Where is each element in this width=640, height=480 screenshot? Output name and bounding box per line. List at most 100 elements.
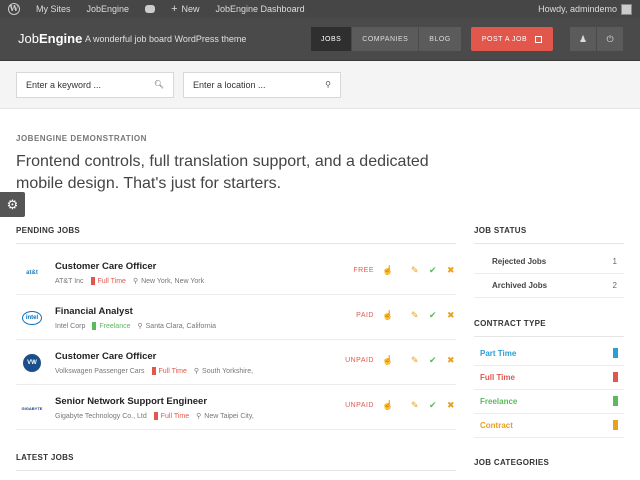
hand-icon[interactable]: ☝ bbox=[382, 265, 393, 276]
contract-type: Full Time bbox=[158, 367, 187, 375]
my-sites-link[interactable]: My Sites bbox=[28, 0, 79, 18]
hand-icon[interactable]: ☝ bbox=[382, 310, 393, 321]
gear-icon: ⚙ bbox=[6, 196, 19, 212]
job-row[interactable]: VW Customer Care Officer Volkswagen Pass… bbox=[16, 340, 456, 385]
reject-icon[interactable]: ✖ bbox=[447, 265, 455, 276]
bookmark-icon bbox=[153, 412, 158, 420]
job-title[interactable]: Senior Network Support Engineer bbox=[55, 396, 207, 407]
approve-icon[interactable]: ✔ bbox=[429, 310, 437, 321]
company-name: Gigabyte Technology Co., Ltd bbox=[55, 412, 147, 420]
main-nav: JOBS COMPANIES BLOG bbox=[311, 27, 462, 51]
map-pin-icon: ⚲ bbox=[137, 323, 143, 330]
edit-icon[interactable]: ✎ bbox=[411, 265, 419, 276]
latest-jobs-title: LATEST JOBS bbox=[16, 453, 74, 462]
edit-icon[interactable]: ✎ bbox=[411, 355, 419, 366]
contract-type: Freelance bbox=[99, 322, 131, 330]
bookmark-icon bbox=[613, 348, 618, 358]
job-title[interactable]: Customer Care Officer bbox=[55, 261, 156, 272]
job-categories-title: JOB CATEGORIES bbox=[474, 458, 550, 467]
sidebar-item-freelance[interactable]: Freelance bbox=[474, 390, 624, 414]
sidebar-item-label: Part Time bbox=[480, 349, 517, 358]
approve-icon[interactable]: ✔ bbox=[429, 265, 437, 276]
job-row[interactable]: intel Financial Analyst Intel Corp Freel… bbox=[16, 295, 456, 340]
company-name: AT&T Inc bbox=[55, 277, 84, 285]
location-placeholder: Enter a location ... bbox=[193, 80, 266, 90]
logout-button[interactable]: ⏻ bbox=[597, 27, 623, 51]
divider bbox=[16, 470, 456, 471]
sidebar-item-count: 2 bbox=[612, 281, 617, 290]
job-row[interactable]: at&t Customer Care Officer AT&T Inc Full… bbox=[16, 250, 456, 295]
company-logo: intel bbox=[22, 311, 42, 325]
keyword-placeholder: Enter a keyword ... bbox=[26, 80, 102, 90]
payment-status: UNPAID bbox=[345, 402, 374, 409]
nav-tab-companies[interactable]: COMPANIES bbox=[352, 27, 420, 51]
bookmark-icon bbox=[613, 372, 618, 382]
sidebar-item-rejected-jobs[interactable]: Rejected Jobs 1 bbox=[474, 250, 624, 274]
company-logo: VW bbox=[23, 354, 41, 372]
map-pin-icon: ⚲ bbox=[132, 278, 139, 285]
reject-icon[interactable]: ✖ bbox=[447, 400, 455, 411]
dashboard-link[interactable]: JobEngine Dashboard bbox=[208, 0, 313, 18]
nav-tab-blog[interactable]: BLOG bbox=[419, 27, 462, 51]
sidebar-item-label: Rejected Jobs bbox=[492, 257, 547, 266]
bookmark-icon bbox=[613, 396, 618, 406]
sidebar-item-archived-jobs[interactable]: Archived Jobs 2 bbox=[474, 274, 624, 298]
howdy-text: Howdy, admindemo bbox=[538, 4, 617, 14]
edit-icon[interactable]: ✎ bbox=[411, 400, 419, 411]
settings-toggle-button[interactable]: ⚙ bbox=[0, 192, 25, 217]
new-content-menu[interactable]: + New bbox=[163, 0, 207, 18]
keyword-search-input[interactable]: Enter a keyword ... 🔍︎ bbox=[16, 72, 174, 98]
nav-tab-jobs[interactable]: JOBS bbox=[311, 27, 353, 51]
new-label: New bbox=[181, 4, 200, 14]
power-icon: ⏻ bbox=[606, 33, 614, 44]
map-pin-icon: ⚲ bbox=[325, 80, 331, 89]
job-location: Santa Clara, California bbox=[145, 322, 217, 330]
comments-link[interactable] bbox=[137, 0, 163, 18]
job-meta: Volkswagen Passenger Cars Full Time ⚲ So… bbox=[55, 367, 253, 375]
site-tagline: A wonderful job board WordPress theme bbox=[85, 34, 247, 44]
post-a-job-button[interactable]: POST A JOB bbox=[471, 27, 553, 51]
location-search-input[interactable]: Enter a location ... ⚲ bbox=[183, 72, 341, 98]
job-meta: Intel Corp Freelance ⚲ Santa Clara, Cali… bbox=[55, 322, 216, 330]
user-icon: ♟ bbox=[578, 33, 588, 44]
reject-icon[interactable]: ✖ bbox=[447, 310, 455, 321]
bookmark-icon bbox=[151, 367, 156, 375]
job-meta: AT&T Inc Full Time ⚲ New York, New York bbox=[55, 277, 204, 285]
pending-jobs-title: PENDING JOBS bbox=[16, 226, 81, 235]
job-meta: Gigabyte Technology Co., Ltd Full Time ⚲… bbox=[55, 412, 254, 420]
speech-bubble-icon bbox=[145, 5, 156, 13]
site-name-link[interactable]: JobEngine bbox=[79, 0, 138, 18]
job-title[interactable]: Financial Analyst bbox=[55, 306, 133, 317]
user-account-button[interactable]: ♟ bbox=[570, 27, 596, 51]
job-status-title: JOB STATUS bbox=[474, 226, 527, 235]
job-location: New Taipei City, bbox=[204, 412, 254, 420]
job-location: New York, New York bbox=[141, 277, 205, 285]
logo-light-text: Job bbox=[18, 31, 39, 46]
sidebar-item-contract[interactable]: Contract bbox=[474, 414, 624, 438]
account-menu[interactable]: Howdy, admindemo bbox=[538, 0, 640, 18]
bookmark-icon bbox=[90, 277, 95, 285]
page-headline: Frontend controls, full translation supp… bbox=[16, 153, 429, 192]
job-row[interactable]: GIGABYTE Senior Network Support Engineer… bbox=[16, 385, 456, 430]
avatar bbox=[621, 3, 632, 15]
wordpress-menu[interactable]: W bbox=[0, 0, 28, 18]
hand-icon[interactable]: ☝ bbox=[382, 400, 393, 411]
edit-icon[interactable]: ✎ bbox=[411, 310, 419, 321]
divider bbox=[16, 243, 456, 244]
reject-icon[interactable]: ✖ bbox=[447, 355, 455, 366]
site-logo[interactable]: JobEngine bbox=[18, 31, 82, 46]
map-pin-icon: ⚲ bbox=[193, 368, 200, 375]
bookmark-icon bbox=[613, 420, 618, 430]
approve-icon[interactable]: ✔ bbox=[429, 355, 437, 366]
job-location: South Yorkshire, bbox=[202, 367, 254, 375]
hand-icon[interactable]: ☝ bbox=[382, 355, 393, 366]
sidebar-item-label: Archived Jobs bbox=[492, 281, 548, 290]
plus-icon: + bbox=[171, 3, 178, 15]
map-pin-icon: ⚲ bbox=[196, 413, 202, 420]
approve-icon[interactable]: ✔ bbox=[429, 400, 437, 411]
sidebar-item-count: 1 bbox=[612, 257, 617, 266]
job-title[interactable]: Customer Care Officer bbox=[55, 351, 156, 362]
sidebar-item-full-time[interactable]: Full Time bbox=[474, 366, 624, 390]
sidebar-item-part-time[interactable]: Part Time bbox=[474, 342, 624, 366]
company-name: Intel Corp bbox=[55, 322, 86, 330]
